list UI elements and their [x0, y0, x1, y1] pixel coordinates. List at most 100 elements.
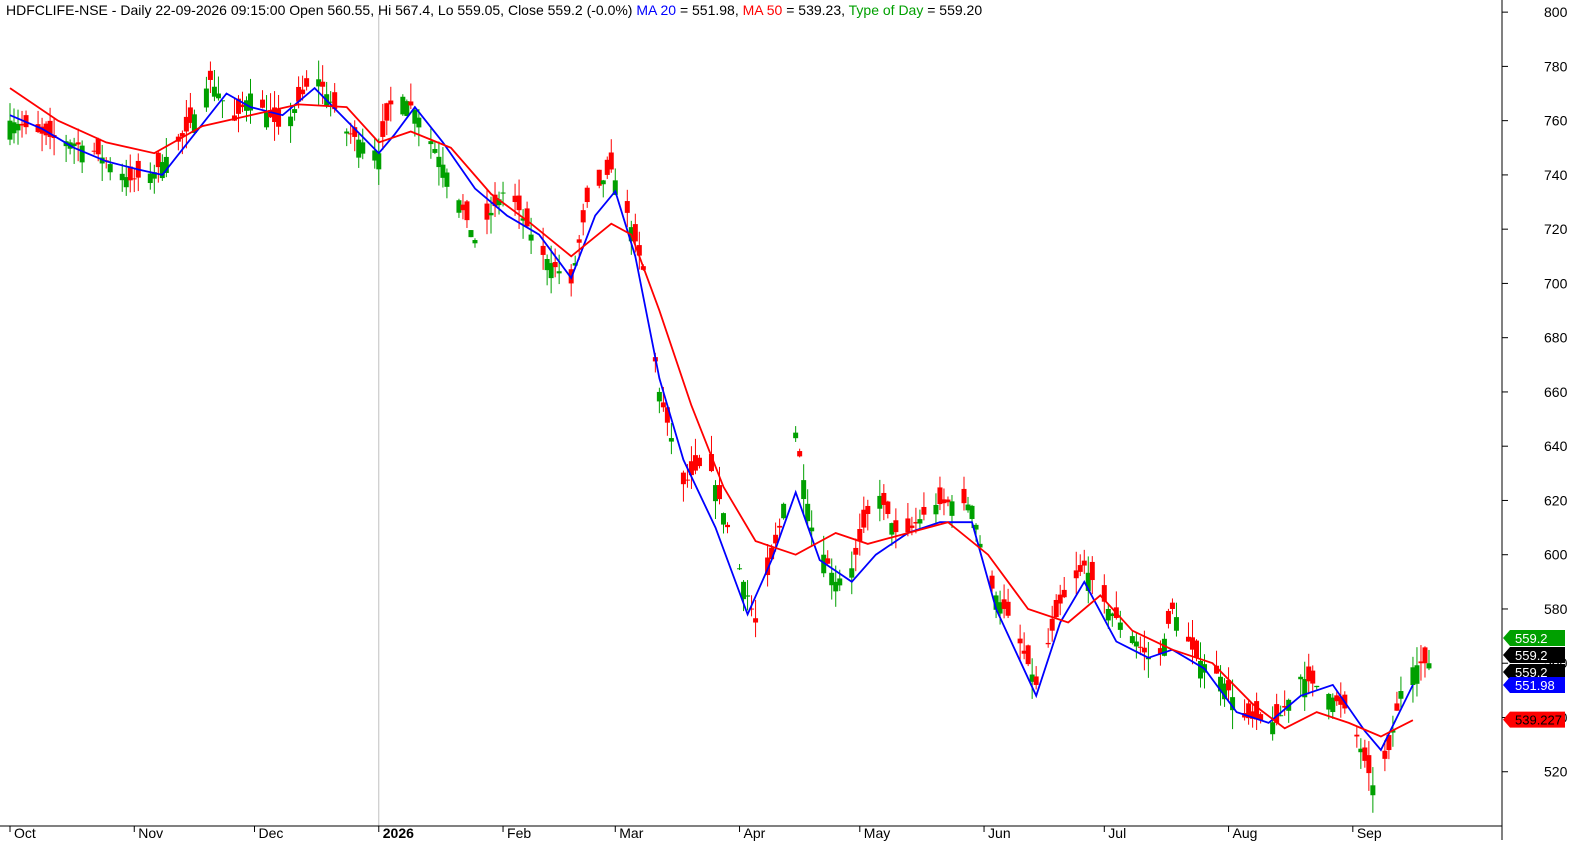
candle-body: [1193, 640, 1199, 658]
candle-body: [696, 457, 702, 467]
y-tick-label: 720: [1544, 221, 1568, 237]
candle-body: [300, 89, 306, 95]
candle-body: [793, 432, 799, 439]
candle-body: [376, 153, 382, 170]
y-tick-label: 660: [1544, 384, 1568, 400]
candle-body: [500, 192, 506, 194]
candle-body: [1077, 565, 1083, 572]
candle-body: [107, 164, 113, 173]
price-tag-text: 559.2: [1515, 648, 1548, 663]
y-tick-label: 580: [1544, 601, 1568, 617]
y-tick-label: 780: [1544, 58, 1568, 74]
candle-body: [680, 472, 686, 485]
candle-body: [1165, 610, 1171, 624]
price-tag-text: 539.227: [1515, 713, 1562, 728]
candle-body: [131, 178, 137, 180]
candle-body: [428, 141, 434, 145]
candle-body: [320, 81, 326, 87]
candle-body: [885, 501, 891, 515]
x-tick-label: Sep: [1357, 825, 1382, 841]
x-tick-label: Nov: [138, 825, 163, 841]
candle-body: [745, 595, 751, 597]
candle-body: [215, 93, 221, 99]
candle-body: [1133, 641, 1139, 647]
y-tick-label: 800: [1544, 4, 1568, 20]
candle-body: [1173, 617, 1179, 631]
candle-body: [1382, 750, 1388, 759]
candle-body: [969, 505, 975, 519]
y-tick-label: 640: [1544, 438, 1568, 454]
candle-body: [468, 230, 474, 238]
candle-body: [1169, 602, 1175, 609]
candle-body: [716, 485, 722, 500]
y-tick-label: 760: [1544, 113, 1568, 129]
candle-body: [893, 520, 899, 533]
candle-body: [668, 438, 674, 442]
candle-body: [524, 208, 530, 227]
candle-body: [1314, 685, 1320, 688]
candle-body: [484, 203, 490, 220]
candle-body: [552, 262, 558, 268]
candle-body: [1049, 618, 1055, 631]
candle-body: [1033, 676, 1039, 685]
y-tick-label: 700: [1544, 275, 1568, 291]
y-tick-label: 520: [1544, 764, 1568, 780]
candle-body: [921, 506, 927, 515]
candle-body: [1081, 560, 1087, 566]
candle-body: [1089, 561, 1095, 581]
candle-body: [304, 78, 310, 87]
candle-body: [781, 503, 787, 519]
candle-body: [933, 504, 939, 515]
candle-body: [1370, 785, 1376, 796]
candle-body: [797, 451, 803, 457]
candle-body: [1278, 715, 1284, 717]
y-tick-label: 740: [1544, 167, 1568, 183]
candle-body: [1005, 601, 1011, 616]
price-tag-text: 551.98: [1515, 678, 1555, 693]
candle-body: [684, 479, 690, 481]
candle-body: [556, 271, 562, 274]
candle-body: [1394, 703, 1400, 711]
x-tick-label: Dec: [259, 825, 284, 841]
candle-body: [580, 210, 586, 223]
candle-body: [1398, 691, 1404, 699]
x-tick-label: May: [864, 825, 890, 841]
candle-body: [837, 578, 843, 586]
candle-body: [1298, 676, 1304, 680]
candle-body: [444, 172, 450, 187]
candle-body: [488, 212, 494, 216]
ma50-line: [9, 87, 1414, 738]
candle-body: [801, 480, 807, 500]
x-tick-label: Jun: [988, 825, 1011, 841]
candle-body: [721, 513, 726, 525]
candle-body: [825, 558, 831, 564]
candle-body: [95, 138, 101, 155]
candle-body: [260, 99, 266, 108]
candle-body: [961, 488, 967, 504]
candle-body: [1141, 647, 1147, 653]
candle-body: [79, 145, 85, 163]
candle-body: [416, 117, 422, 128]
candle-body: [516, 195, 522, 211]
price-tag-text: 559.2: [1515, 631, 1548, 646]
candle-body: [408, 101, 414, 106]
candle-body: [288, 116, 294, 127]
candle-body: [384, 103, 390, 121]
candle-body: [1310, 670, 1316, 684]
candle-body: [576, 239, 582, 243]
candle-body: [203, 88, 209, 108]
candle-body: [753, 618, 759, 623]
candle-body: [1061, 589, 1067, 598]
candle-body: [1414, 665, 1420, 684]
candle-body: [464, 201, 470, 221]
candlestick-chart[interactable]: 5205405605806006206406606807007207407607…: [0, 0, 1579, 847]
candle-body: [656, 391, 662, 402]
candle-body: [905, 518, 911, 533]
candle-body: [528, 234, 534, 241]
y-tick-label: 600: [1544, 547, 1568, 563]
x-tick-label: Aug: [1233, 825, 1258, 841]
candle-body: [1426, 663, 1432, 669]
candle-body: [388, 100, 394, 105]
candle-body: [1117, 622, 1123, 630]
candle-body: [360, 142, 366, 154]
